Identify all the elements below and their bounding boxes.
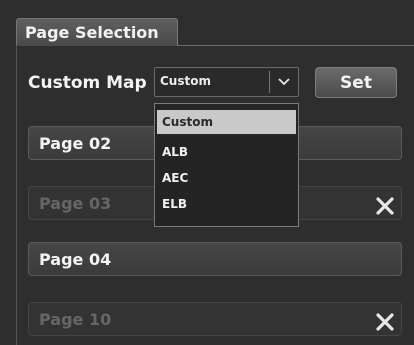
dropdown-option-custom[interactable]: Custom [157,110,296,134]
custom-map-select[interactable]: Custom [154,67,299,97]
page-row[interactable]: Page 10 [28,302,402,336]
page-label: Page 03 [39,194,112,213]
close-icon[interactable] [375,310,395,331]
custom-map-selected-value: Custom [160,74,211,88]
set-button[interactable]: Set [315,67,397,98]
dropdown-option-alb[interactable]: ALB [157,140,296,164]
close-icon[interactable] [375,194,395,215]
custom-map-dropdown-list: Custom ALB AEC ELB [154,103,299,227]
page-label: Page 10 [39,310,112,329]
chevron-down-icon[interactable] [270,68,298,96]
dropdown-option-elb[interactable]: ELB [157,192,296,216]
page-label: Page 04 [39,250,112,269]
custom-map-label: Custom Map [28,73,147,93]
tab-page-selection[interactable]: Page Selection [16,18,178,46]
page-row[interactable]: Page 04 [28,242,402,276]
page-selection-panel: Page Selection Custom Map Custom Set Pag… [0,0,414,345]
page-label: Page 02 [39,134,112,153]
dropdown-option-aec[interactable]: AEC [157,166,296,190]
